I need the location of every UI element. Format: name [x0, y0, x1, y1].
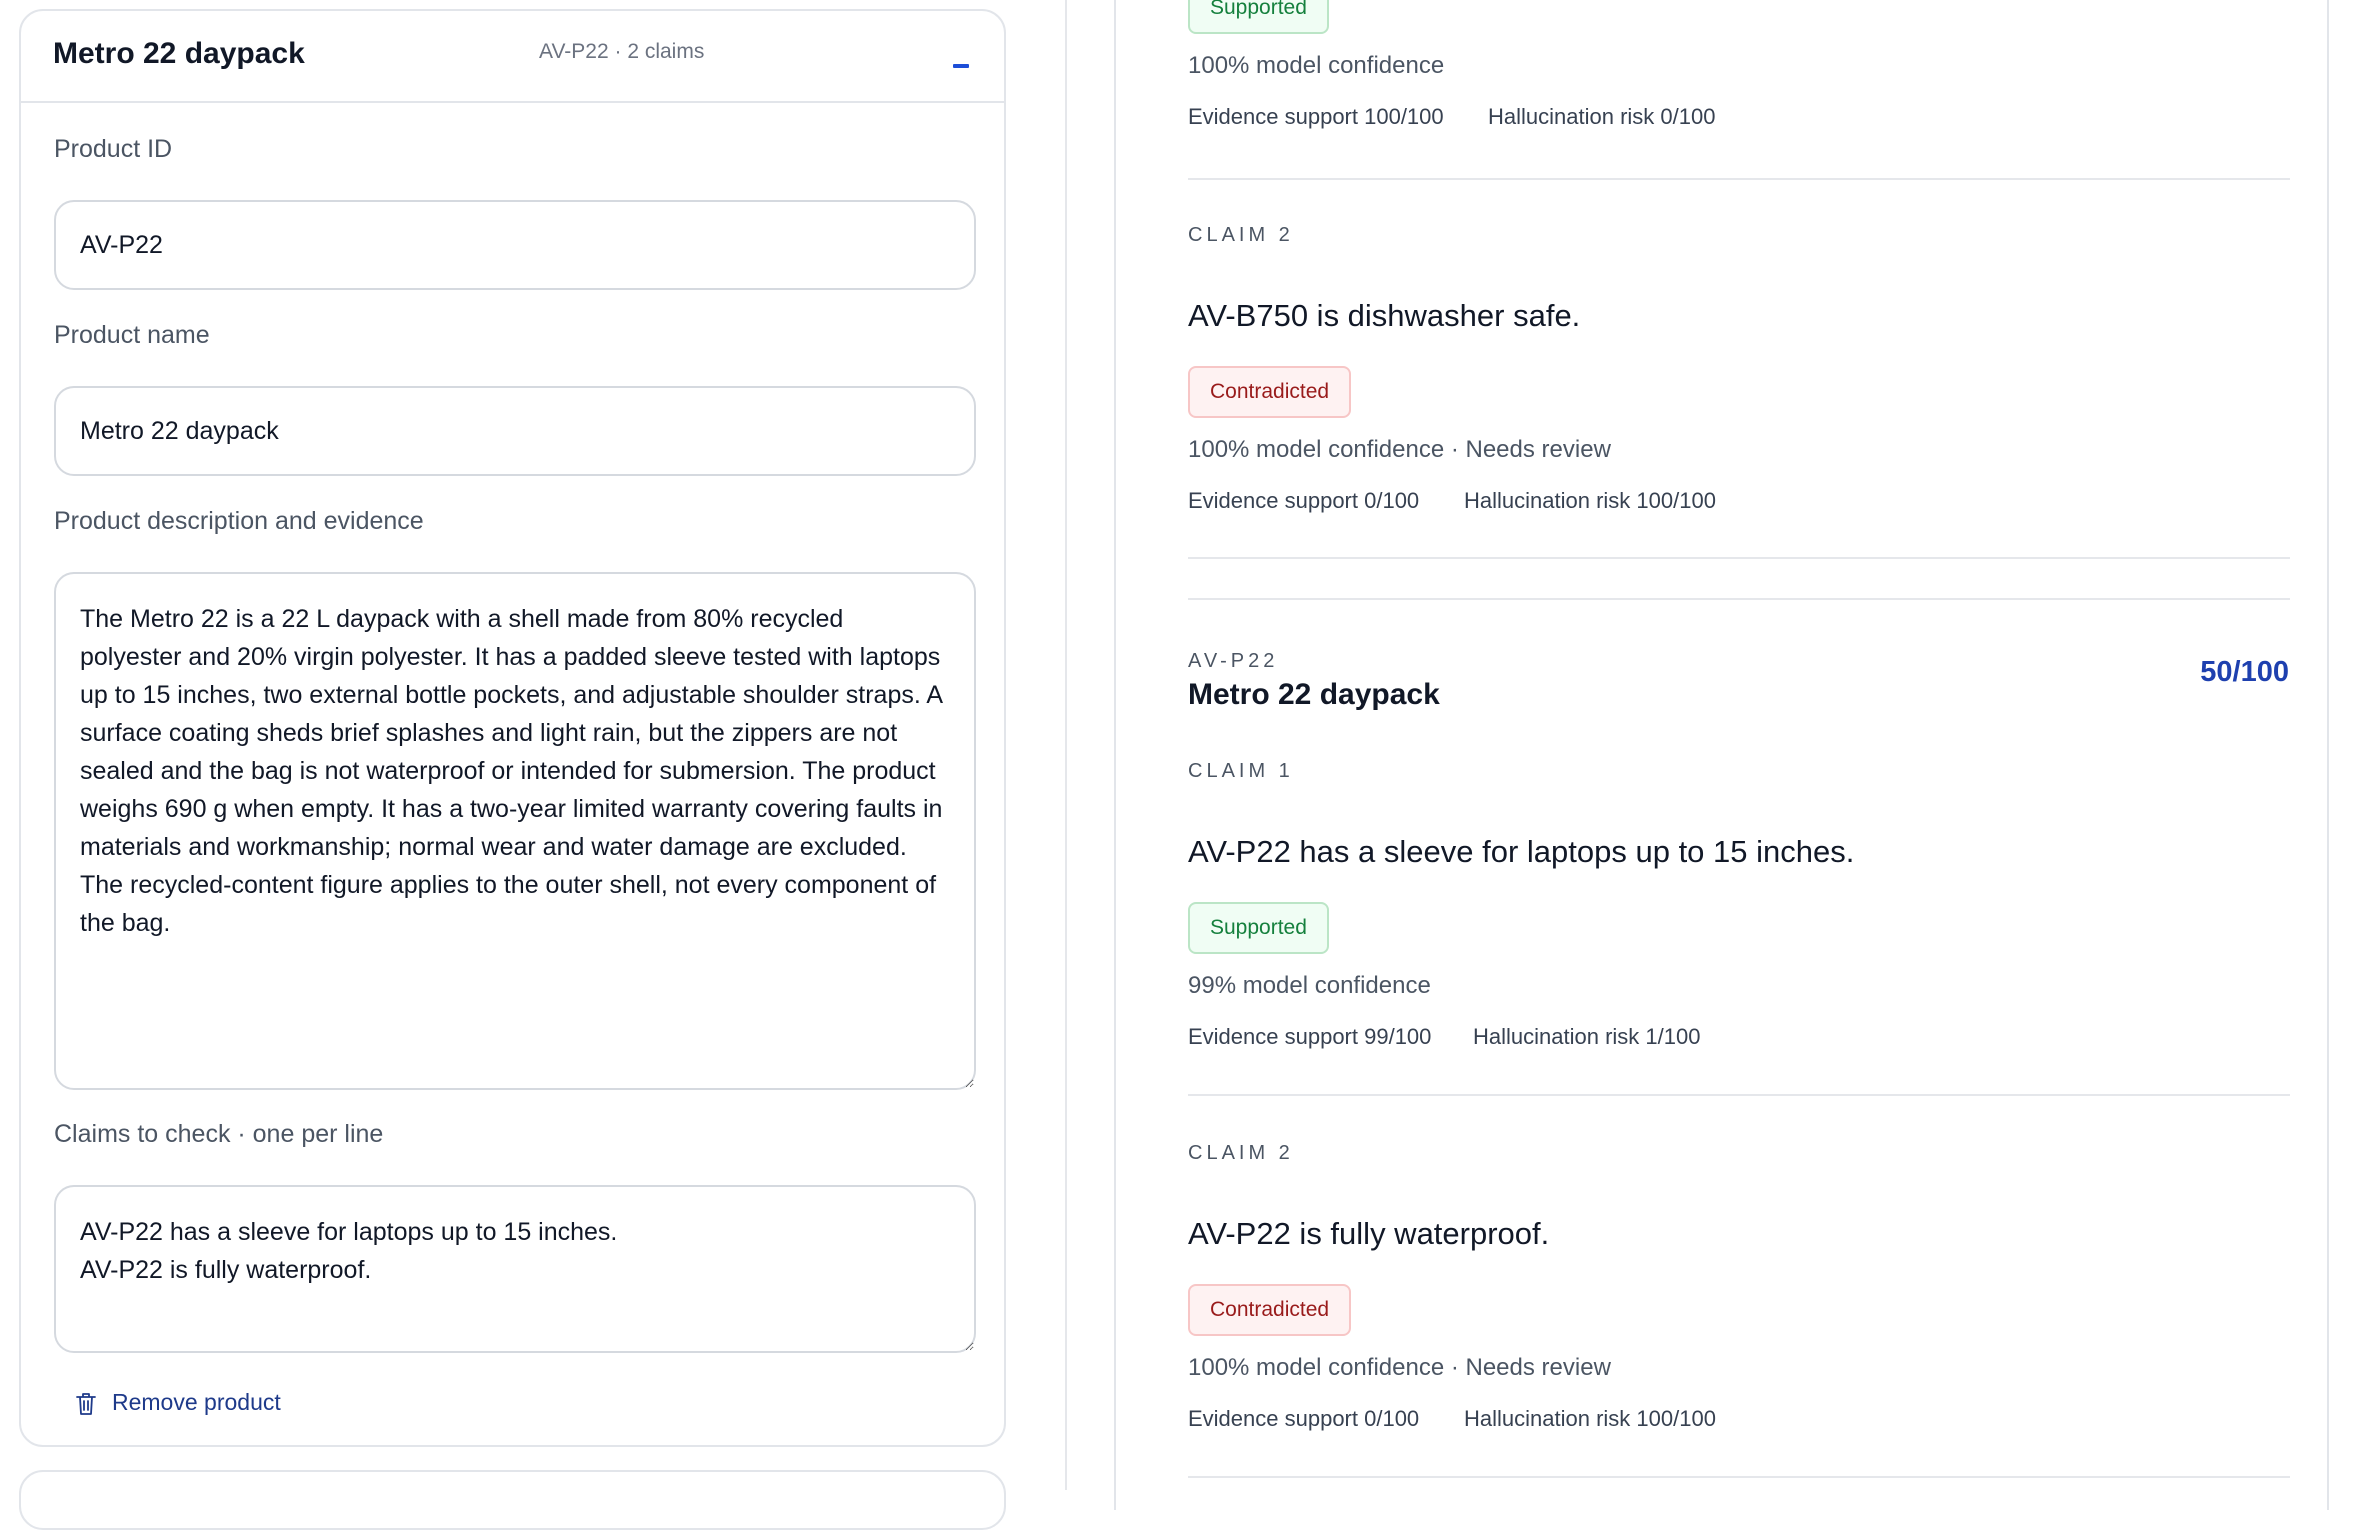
claim-divider	[1188, 1094, 2290, 1096]
minus-icon	[953, 64, 969, 68]
product-card: Metro 22 daypack AV-P22 · 2 claims Produ…	[19, 9, 1006, 1447]
confidence-text: 99% model confidence	[1188, 972, 1431, 999]
confidence-text: 100% model confidence · Needs review	[1188, 1354, 1611, 1381]
product-score: 50/100	[2200, 656, 2289, 688]
product-name-label: Product name	[54, 321, 210, 349]
claim-label: CLAIM 1	[1188, 760, 1294, 782]
claim-divider	[1188, 1476, 2290, 1478]
status-badge-contradicted: Contradicted	[1188, 1284, 1352, 1336]
collapse-button[interactable]	[946, 51, 978, 79]
status-badge-supported: Supported	[1188, 902, 1329, 954]
product-editor-column: Metro 22 daypack AV-P22 · 2 claims Produ…	[0, 0, 1065, 1530]
evidence-support: Evidence support 100/100	[1188, 104, 1444, 129]
next-product-card	[19, 1470, 1006, 1530]
product-card-title: Metro 22 daypack	[53, 37, 305, 70]
product-name-input[interactable]	[54, 386, 976, 476]
evidence-support: Evidence support 99/100	[1188, 1024, 1432, 1049]
description-label: Product description and evidence	[54, 507, 424, 535]
hallucination-risk: Hallucination risk 100/100	[1464, 488, 1716, 513]
results-panel: Supported 100% model confidence Evidence…	[1114, 0, 2329, 1510]
status-badge-contradicted: Contradicted	[1188, 366, 1352, 418]
result-product-id: AV-P22	[1188, 650, 1279, 672]
description-textarea[interactable]: The Metro 22 is a 22 L daypack with a sh…	[54, 572, 976, 1090]
claim-divider	[1188, 178, 2290, 180]
column-divider	[1065, 0, 1067, 1490]
evidence-support: Evidence support 0/100	[1188, 488, 1420, 513]
status-badge-supported: Supported	[1188, 0, 1329, 34]
hallucination-risk: Hallucination risk 100/100	[1464, 1406, 1716, 1431]
product-card-meta: AV-P22 · 2 claims	[539, 40, 705, 63]
product-id-label: Product ID	[54, 135, 173, 163]
product-divider	[1188, 598, 2290, 600]
hallucination-risk: Hallucination risk 1/100	[1473, 1024, 1701, 1049]
claim-text: AV-P22 is fully waterproof.	[1188, 1216, 1550, 1251]
confidence-text: 100% model confidence	[1188, 52, 1445, 79]
claim-text: AV-P22 has a sleeve for laptops up to 15…	[1188, 834, 1855, 869]
claim-divider	[1188, 557, 2290, 559]
claims-textarea[interactable]: AV-P22 has a sleeve for laptops up to 15…	[54, 1185, 976, 1353]
remove-product-label: Remove product	[112, 1389, 281, 1415]
evidence-support: Evidence support 0/100	[1188, 1406, 1420, 1431]
product-card-header[interactable]: Metro 22 daypack AV-P22 · 2 claims	[21, 11, 1004, 103]
trash-icon	[76, 1393, 96, 1415]
claim-label: CLAIM 2	[1188, 224, 1294, 246]
confidence-text: 100% model confidence · Needs review	[1188, 436, 1611, 463]
claims-label: Claims to check · one per line	[54, 1120, 384, 1148]
claim-text: AV-B750 is dishwasher safe.	[1188, 298, 1581, 333]
claim-label: CLAIM 2	[1188, 1142, 1294, 1164]
result-product-name: Metro 22 daypack	[1188, 678, 1440, 711]
hallucination-risk: Hallucination risk 0/100	[1488, 104, 1716, 129]
product-id-input[interactable]	[54, 200, 976, 290]
